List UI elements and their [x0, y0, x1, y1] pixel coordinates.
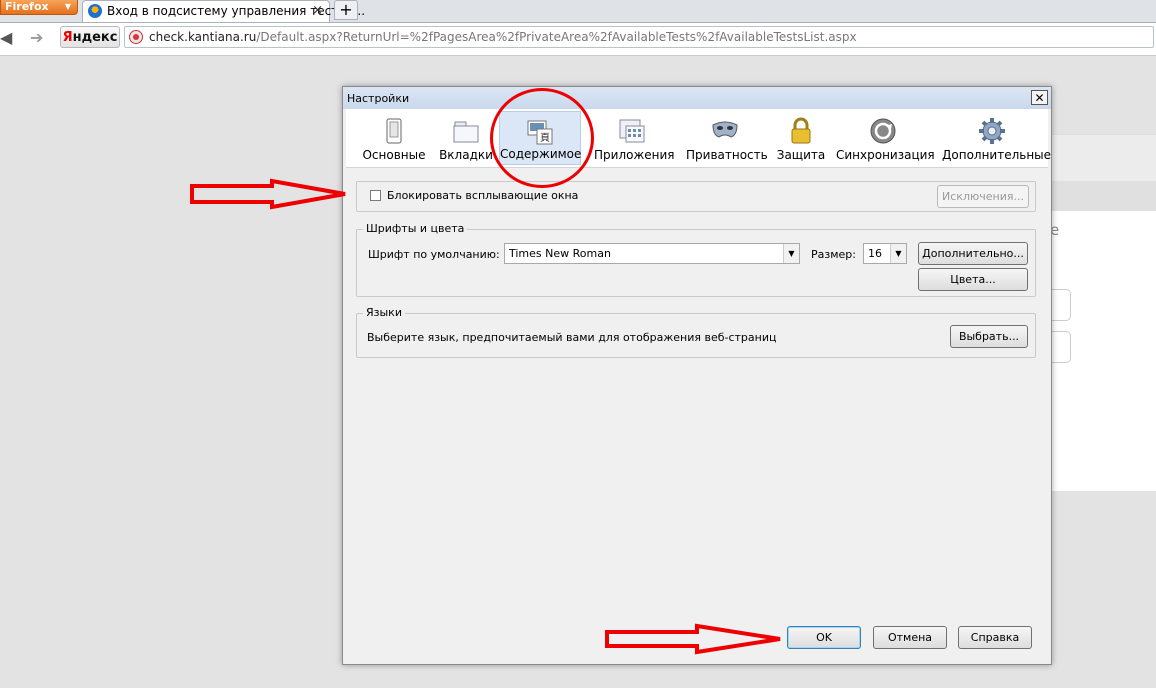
annotation-arrow-popups [190, 178, 346, 210]
annotation-layer [190, 178, 781, 655]
annotation-arrow-ok [605, 623, 781, 655]
